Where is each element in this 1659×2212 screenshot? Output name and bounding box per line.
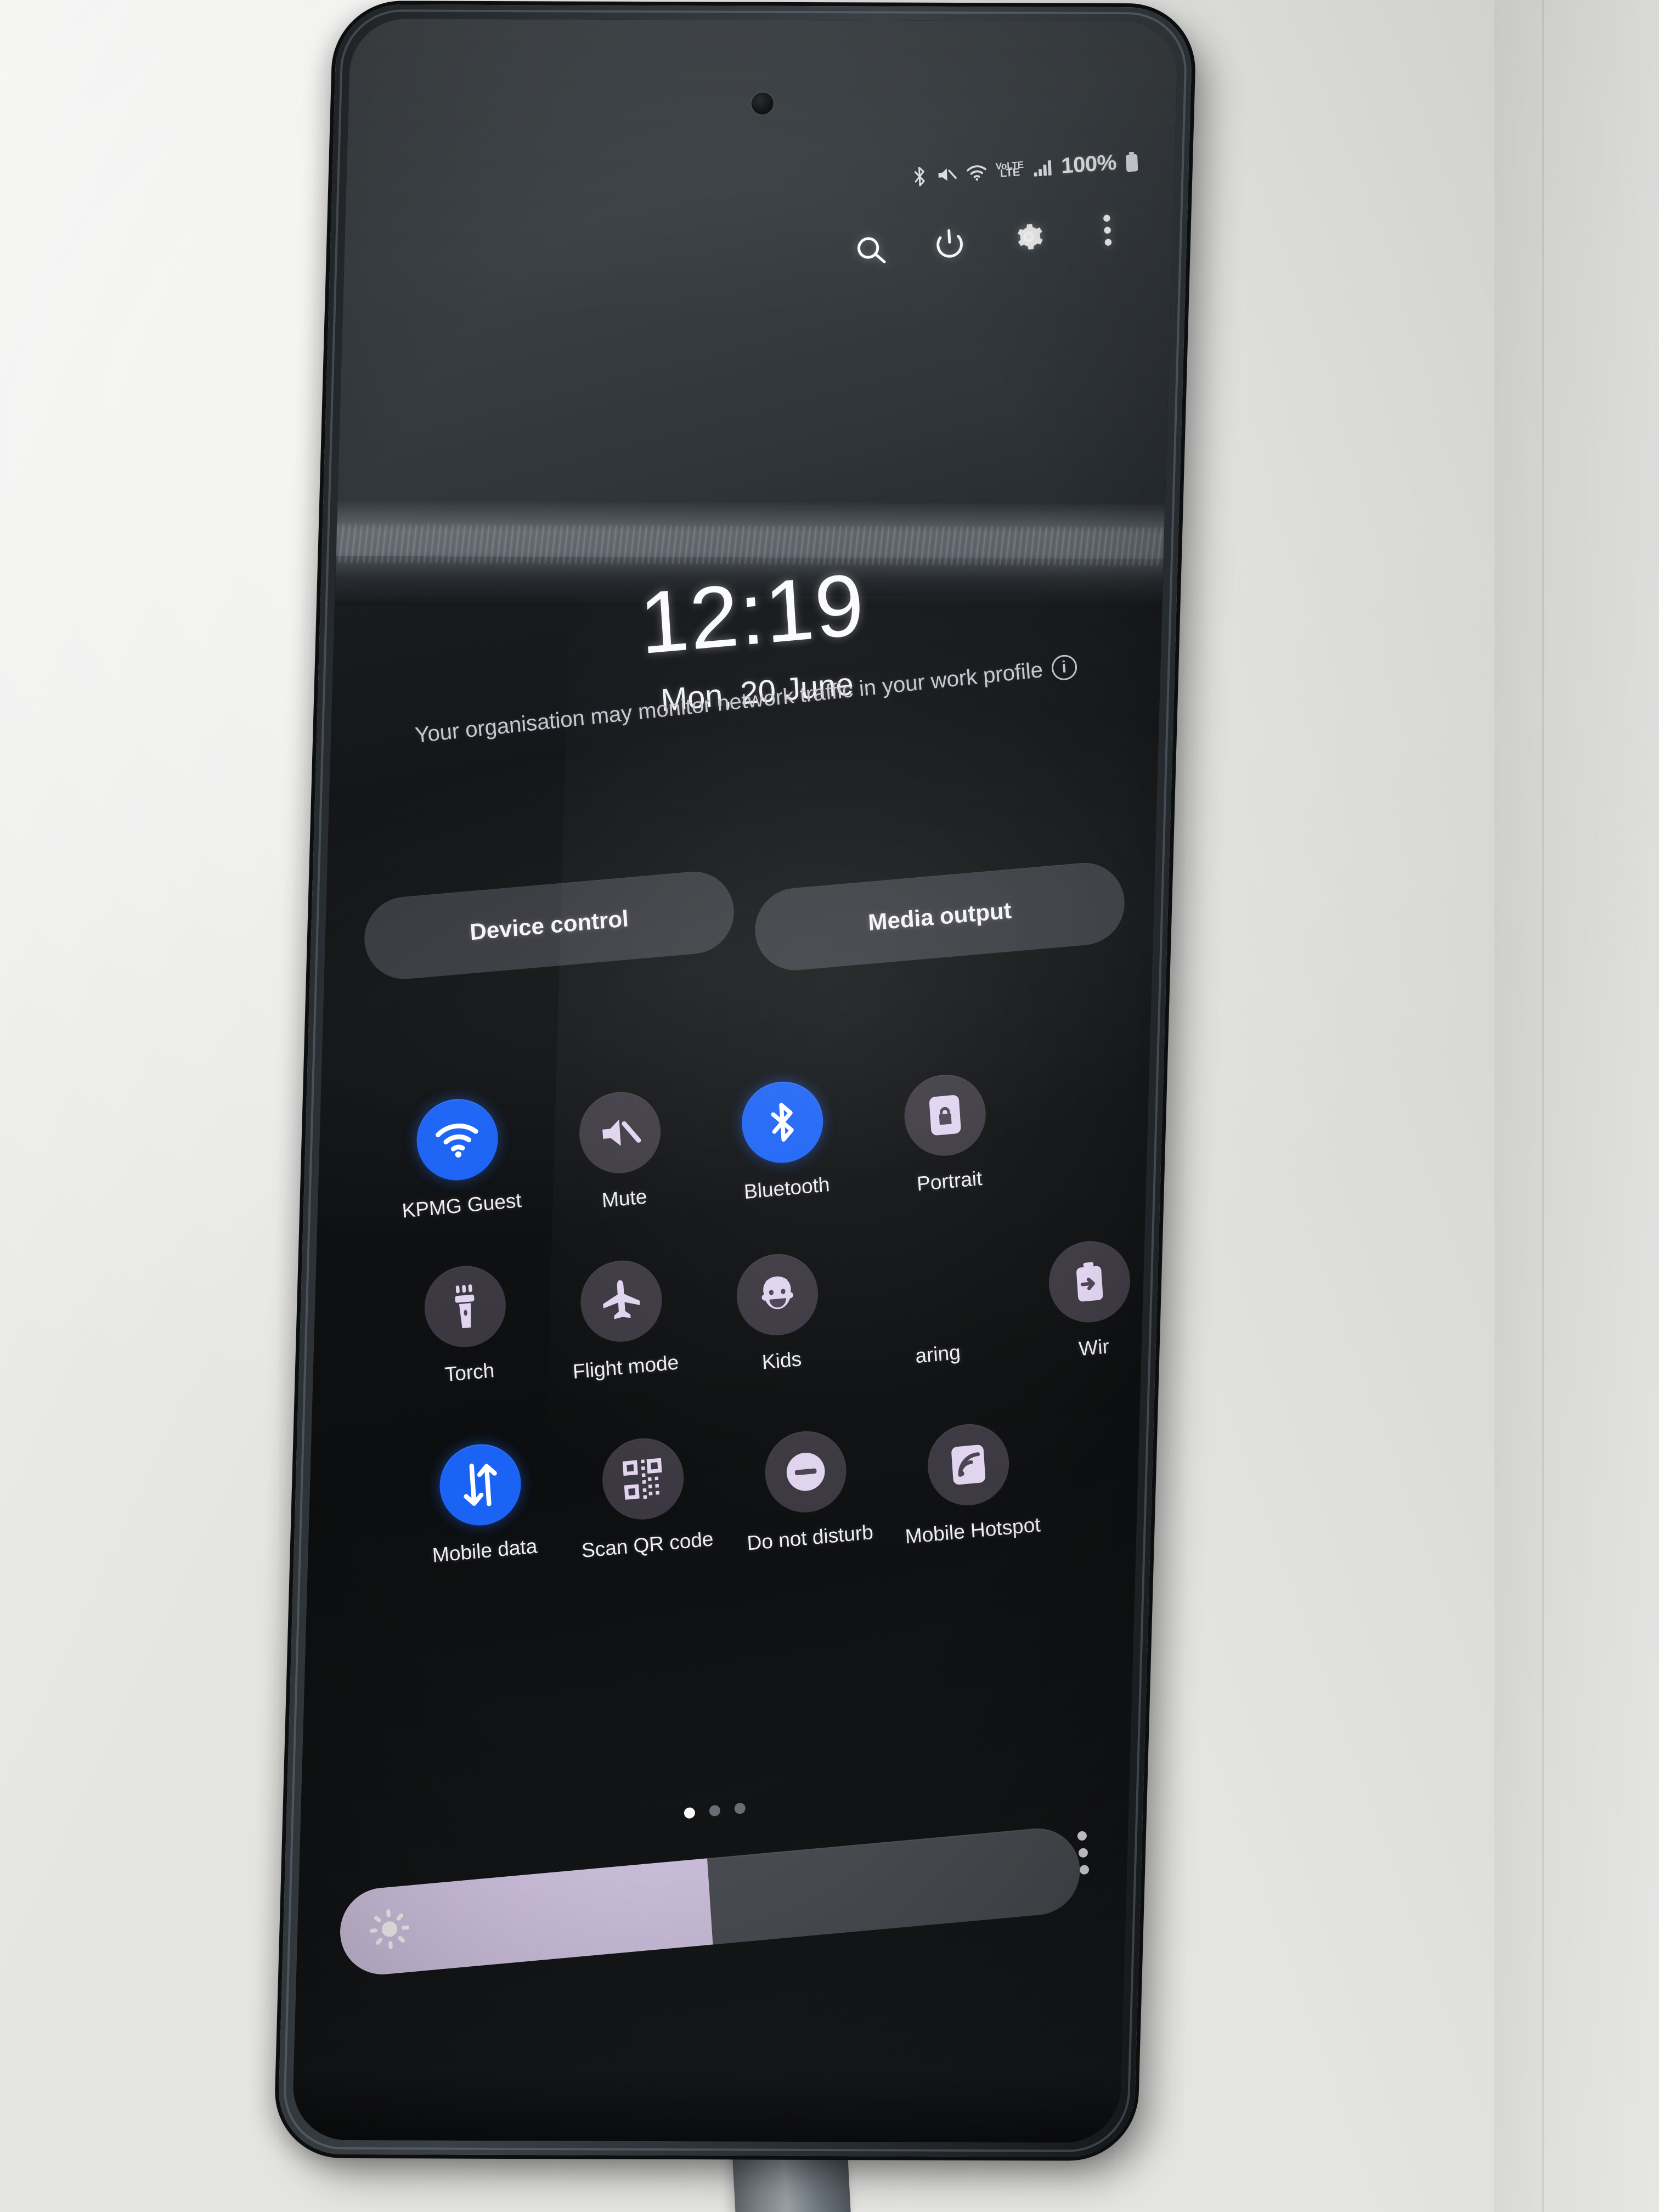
brightness-sun-icon — [369, 1908, 411, 1953]
overflow-menu-icon[interactable] — [1088, 211, 1127, 250]
lock-clock: 12:19 Mon, 20 June — [336, 534, 1171, 746]
page-dot-2[interactable] — [709, 1804, 721, 1817]
volume-mute-icon[interactable] — [577, 1088, 663, 1177]
battery-icon — [1125, 151, 1139, 172]
qs-tile-screen-sharing-truncated[interactable]: aring — [853, 1241, 1017, 1374]
wireless-power-share-icon[interactable] — [1046, 1237, 1133, 1326]
qs-tile-label: Mute — [601, 1185, 648, 1212]
qs-tile-label: Flight mode — [572, 1351, 680, 1383]
quick-panel-header-actions — [851, 211, 1126, 269]
page-dot-1[interactable] — [684, 1807, 696, 1819]
volte-icon: VoLTE LTE — [996, 160, 1025, 180]
qs-tile-label: Bluetooth — [743, 1173, 831, 1204]
brightness-slider[interactable] — [337, 1825, 1083, 1978]
qs-tile-kids[interactable]: Kids — [697, 1247, 860, 1380]
qr-code-icon[interactable] — [600, 1435, 686, 1523]
qs-tile-label: Mobile Hotspot — [904, 1513, 1041, 1548]
quick-settings-row: Torch Flight mode Kids aring Wir — [385, 1203, 1172, 1423]
do-not-disturb-icon[interactable] — [762, 1427, 849, 1516]
volume-mute-icon — [936, 165, 958, 185]
dot — [1079, 1864, 1090, 1875]
mobile-data-icon[interactable] — [437, 1440, 524, 1529]
phone-device: VoLTE LTE 100% 12:19 Mon, 20 June Your o… — [277, 4, 1193, 2157]
quick-panel-pills: Device control Media output — [362, 834, 1127, 1008]
search-icon[interactable] — [851, 230, 890, 269]
qs-tile-label: Kids — [761, 1347, 803, 1374]
photo-scene: DIAMD — [0, 0, 1659, 2212]
wifi-icon[interactable] — [414, 1096, 501, 1184]
qs-tile-mute[interactable]: Mute — [536, 1085, 706, 1218]
qs-tile-label: Portrait — [916, 1166, 983, 1195]
status-bar: VoLTE LTE 100% — [911, 149, 1139, 189]
qs-tile-portrait[interactable]: Portrait — [861, 1068, 1031, 1201]
qs-tile-mobile-data[interactable]: Mobile data — [397, 1437, 567, 1570]
phone-screen[interactable]: VoLTE LTE 100% 12:19 Mon, 20 June Your o… — [291, 19, 1179, 2143]
qs-tile-label: Do not disturb — [746, 1520, 874, 1555]
qs-tile-label: Mobile data — [431, 1534, 538, 1567]
quick-settings-grid: KPMG Guest Mute Bluetooth Portrait Torch… — [374, 1036, 1178, 1622]
qs-tile-torch[interactable]: Torch — [385, 1259, 548, 1392]
page-dot-3[interactable] — [734, 1802, 746, 1815]
qs-tile-kpmg-guest[interactable]: KPMG Guest — [374, 1092, 544, 1225]
qs-tile-label: KPMG Guest — [401, 1189, 522, 1222]
quick-panel-ui: VoLTE LTE 100% 12:19 Mon, 20 June Your o… — [292, 19, 1178, 2143]
info-icon[interactable]: i — [1050, 653, 1078, 682]
qs-tile-label: Scan QR code — [580, 1527, 714, 1562]
gear-icon[interactable] — [1009, 217, 1048, 256]
qs-tile-mobile-hotspot[interactable]: Mobile Hotspot — [884, 1417, 1054, 1550]
power-icon[interactable] — [930, 224, 969, 263]
qs-tile-flight-mode[interactable]: Flight mode — [541, 1254, 704, 1386]
dot — [1077, 1831, 1087, 1841]
bluetooth-icon — [911, 165, 929, 188]
kids-face-icon[interactable] — [734, 1250, 821, 1339]
qs-tile-label: Torch — [444, 1358, 495, 1386]
torch-icon[interactable] — [422, 1262, 509, 1351]
device-control-button[interactable]: Device control — [362, 868, 737, 983]
wifi-icon — [966, 163, 988, 182]
qs-tile-label: Wir — [1077, 1335, 1110, 1361]
qs-tile-label: aring — [915, 1340, 961, 1368]
bluetooth-icon[interactable] — [739, 1078, 826, 1167]
quick-settings-row: Mobile data Scan QR code Do not disturb … — [397, 1381, 1178, 1594]
hotspot-icon[interactable] — [925, 1420, 1012, 1509]
qs-tile-bluetooth[interactable]: Bluetooth — [699, 1075, 869, 1208]
wall-seam — [1494, 0, 1659, 2212]
media-output-button[interactable]: Media output — [752, 859, 1127, 974]
rotation-lock-icon[interactable] — [901, 1071, 989, 1160]
dot — [1078, 1848, 1088, 1858]
qs-tile-do-not-disturb[interactable]: Do not disturb — [722, 1424, 892, 1558]
qs-tile-scan-qr-code[interactable]: Scan QR code — [559, 1431, 729, 1564]
battery-percent-label: 100% — [1060, 150, 1118, 178]
airplane-icon[interactable] — [578, 1257, 665, 1346]
volte-bottom-label: LTE — [1000, 166, 1021, 180]
signal-bars-icon — [1032, 159, 1053, 177]
